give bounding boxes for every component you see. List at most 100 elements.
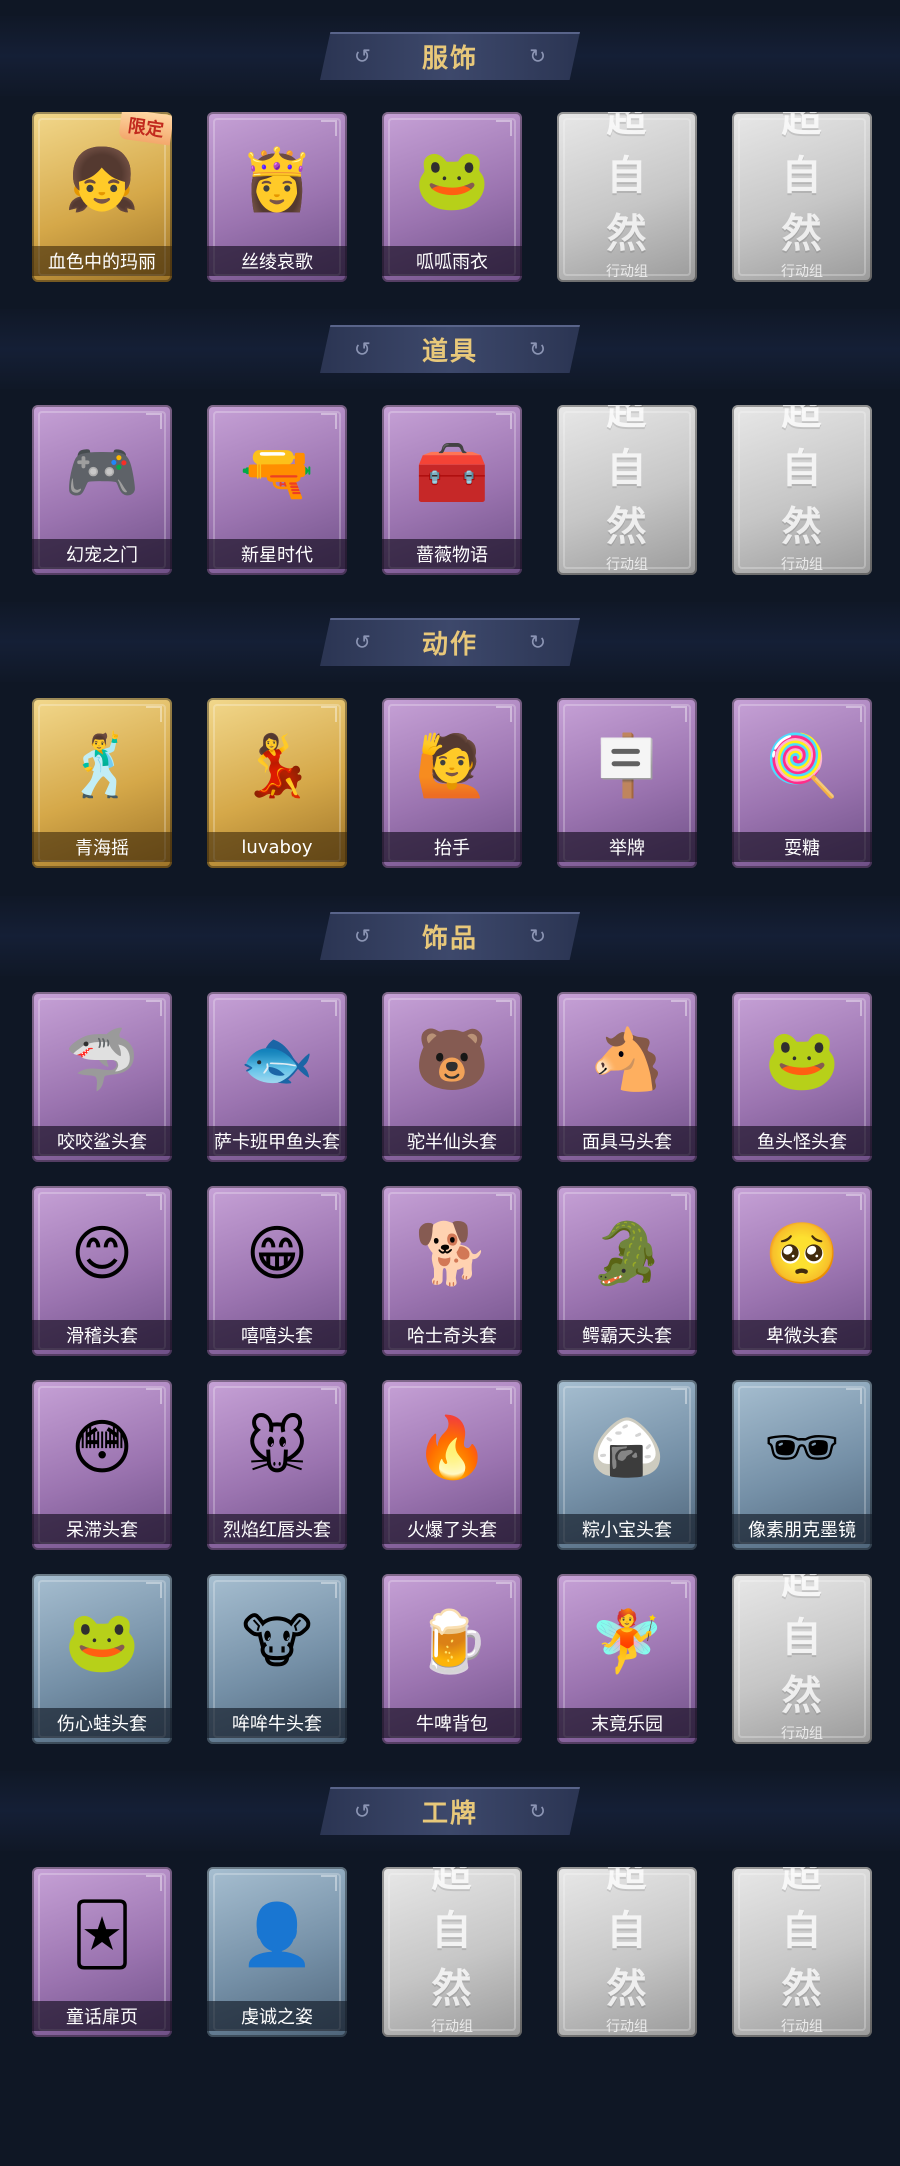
placeholder-subtitle: 行动组 xyxy=(781,1726,823,1743)
item-card[interactable]: 🧚 末竟乐园 xyxy=(557,1574,697,1744)
locked-placeholder-card: 超自然 行动组 xyxy=(732,1574,872,1744)
silhouette-icon: 👤 xyxy=(239,1900,315,1970)
item-card[interactable]: 😊 滑稽头套 xyxy=(32,1186,172,1356)
smile-icon: 😊 xyxy=(70,1219,134,1289)
placeholder-logo: 超自然 行动组 xyxy=(592,405,662,574)
item-card[interactable]: 🕺 青海摇 xyxy=(32,698,172,868)
figure-icon: 🧚 xyxy=(589,1607,665,1677)
item-label: 末竟乐园 xyxy=(557,1708,697,1738)
card-corner xyxy=(496,120,512,136)
item-card[interactable]: 🍺 牛啤背包 xyxy=(382,1574,522,1744)
card-corner xyxy=(321,1875,337,1891)
item-card[interactable]: 🐟 萨卡班甲鱼头套 xyxy=(207,992,347,1162)
card-corner xyxy=(846,706,862,722)
item-card[interactable]: 🍙 粽小宝头套 xyxy=(557,1380,697,1550)
placeholder-subtitle: 行动组 xyxy=(606,2019,648,2036)
horse-icon: 🐴 xyxy=(589,1025,665,1095)
item-card[interactable]: 🔫 新星时代 xyxy=(207,405,347,575)
section-header: ↺ ↻ 动作 xyxy=(320,618,580,666)
sad-face-icon: 🥺 xyxy=(764,1219,840,1289)
card-corner xyxy=(496,1388,512,1404)
placeholder-logo: 超自然 行动组 xyxy=(592,1867,662,2036)
placeholder-subtitle: 行动组 xyxy=(606,264,648,281)
item-label: 血色中的玛丽 xyxy=(32,246,172,276)
sunglasses-icon: 🕶 xyxy=(763,1413,841,1483)
item-card[interactable]: 🕶 像素朋克墨镜 xyxy=(732,1380,872,1550)
item-card[interactable]: 🐻 驼半仙头套 xyxy=(382,992,522,1162)
item-card[interactable]: 🐮 哞哞牛头套 xyxy=(207,1574,347,1744)
item-label: 牛啤背包 xyxy=(382,1708,522,1738)
placeholder-logo: 超自然 行动组 xyxy=(767,112,837,281)
item-card[interactable]: 🐴 面具马头套 xyxy=(557,992,697,1162)
item-label: 幻宠之门 xyxy=(32,539,172,569)
card-corner xyxy=(321,1194,337,1210)
item-label: 虔诚之姿 xyxy=(207,2001,347,2031)
item-card[interactable]: 🦈 咬咬鲨头套 xyxy=(32,992,172,1162)
placeholder-title: 超自然 xyxy=(431,1867,473,2013)
card-corner xyxy=(496,1000,512,1016)
item-card[interactable]: 👧 限定 血色中的玛丽 xyxy=(32,112,172,282)
item-card[interactable]: 🐭 烈焰红唇头套 xyxy=(207,1380,347,1550)
card-corner xyxy=(671,1000,687,1016)
hold-sign-icon: 🪧 xyxy=(589,731,665,801)
card-corner xyxy=(146,1000,162,1016)
locked-placeholder-card: 超自然 行动组 xyxy=(557,405,697,575)
item-label: 像素朋克墨镜 xyxy=(732,1514,872,1544)
card-corner xyxy=(496,413,512,429)
item-label: 伤心蛙头套 xyxy=(32,1708,172,1738)
shark-icon: 🦈 xyxy=(64,1025,140,1095)
card-corner xyxy=(846,1000,862,1016)
item-label: 呆滞头套 xyxy=(32,1514,172,1544)
placeholder-title: 超自然 xyxy=(606,112,648,258)
item-card[interactable]: 💃 luvaboy xyxy=(207,698,347,868)
placeholder-title: 超自然 xyxy=(606,1867,648,2013)
revolver-icon: 🔫 xyxy=(239,438,315,508)
item-card[interactable]: 🃏 童话扉页 xyxy=(32,1867,172,2037)
item-card[interactable]: 🐸 呱呱雨衣 xyxy=(382,112,522,282)
card-corner xyxy=(671,706,687,722)
item-card[interactable]: 🐸 伤心蛙头套 xyxy=(32,1574,172,1744)
item-card[interactable]: 🐊 鳄霸天头套 xyxy=(557,1186,697,1356)
item-label: 萨卡班甲鱼头套 xyxy=(207,1126,347,1156)
item-card[interactable]: 🧰 蔷薇物语 xyxy=(382,405,522,575)
section-title: 饰品 xyxy=(421,923,478,954)
item-label: 咬咬鲨头套 xyxy=(32,1126,172,1156)
item-card[interactable]: 🐕 哈士奇头套 xyxy=(382,1186,522,1356)
item-card[interactable]: 👤 虔诚之姿 xyxy=(207,1867,347,2037)
item-label: 哈士奇头套 xyxy=(382,1320,522,1350)
item-card[interactable]: 🎮 幻宠之门 xyxy=(32,405,172,575)
crocodile-icon: 🐊 xyxy=(589,1219,665,1289)
item-card[interactable]: 🙋 抬手 xyxy=(382,698,522,868)
item-label: 举牌 xyxy=(557,832,697,862)
card-corner xyxy=(846,1388,862,1404)
medkit-icon: 🧰 xyxy=(414,438,490,508)
item-row: 🦈 咬咬鲨头套 🐟 萨卡班甲鱼头套 🐻 驼半仙头套 🐴 面具马头套 🐸 鱼头怪头套 xyxy=(32,992,872,1162)
item-card[interactable]: 🐸 鱼头怪头套 xyxy=(732,992,872,1162)
item-card[interactable]: 😁 嘻嘻头套 xyxy=(207,1186,347,1356)
item-card[interactable]: 🪧 举牌 xyxy=(557,698,697,868)
item-label: 驼半仙头套 xyxy=(382,1126,522,1156)
placeholder-title: 超自然 xyxy=(606,405,648,551)
card-corner xyxy=(671,1582,687,1598)
item-card[interactable]: 🥺 卑微头套 xyxy=(732,1186,872,1356)
swirl-left-icon: ↺ xyxy=(354,337,371,361)
item-row: 😳 呆滞头套 🐭 烈焰红唇头套 🔥 火爆了头套 🍙 粽小宝头套 🕶 像素朋克墨镜 xyxy=(32,1380,872,1550)
item-card[interactable]: 🍭 耍糖 xyxy=(732,698,872,868)
item-label: 蔷薇物语 xyxy=(382,539,522,569)
card-corner xyxy=(321,120,337,136)
section-header: ↺ ↻ 道具 xyxy=(320,325,580,373)
swirl-right-icon: ↻ xyxy=(529,44,546,68)
item-label: 哞哞牛头套 xyxy=(207,1708,347,1738)
locked-placeholder-card: 超自然 行动组 xyxy=(732,1867,872,2037)
item-row: 🃏 童话扉页 👤 虔诚之姿 超自然 行动组 超自然 行动组 超自然 行动组 xyxy=(32,1867,872,2037)
placeholder-title: 超自然 xyxy=(781,112,823,258)
placeholder-subtitle: 行动组 xyxy=(431,2019,473,2036)
item-card[interactable]: 😳 呆滞头套 xyxy=(32,1380,172,1550)
doll-icon: 👸 xyxy=(239,145,315,215)
item-row: 👧 限定 血色中的玛丽 👸 丝绫哀歌 🐸 呱呱雨衣 超自然 行动组 超自然 行动组 xyxy=(32,112,872,282)
item-card[interactable]: 👸 丝绫哀歌 xyxy=(207,112,347,282)
item-card[interactable]: 🔥 火爆了头套 xyxy=(382,1380,522,1550)
card-corner xyxy=(671,1194,687,1210)
card-corner xyxy=(321,1582,337,1598)
swirl-right-icon: ↻ xyxy=(529,1799,546,1823)
